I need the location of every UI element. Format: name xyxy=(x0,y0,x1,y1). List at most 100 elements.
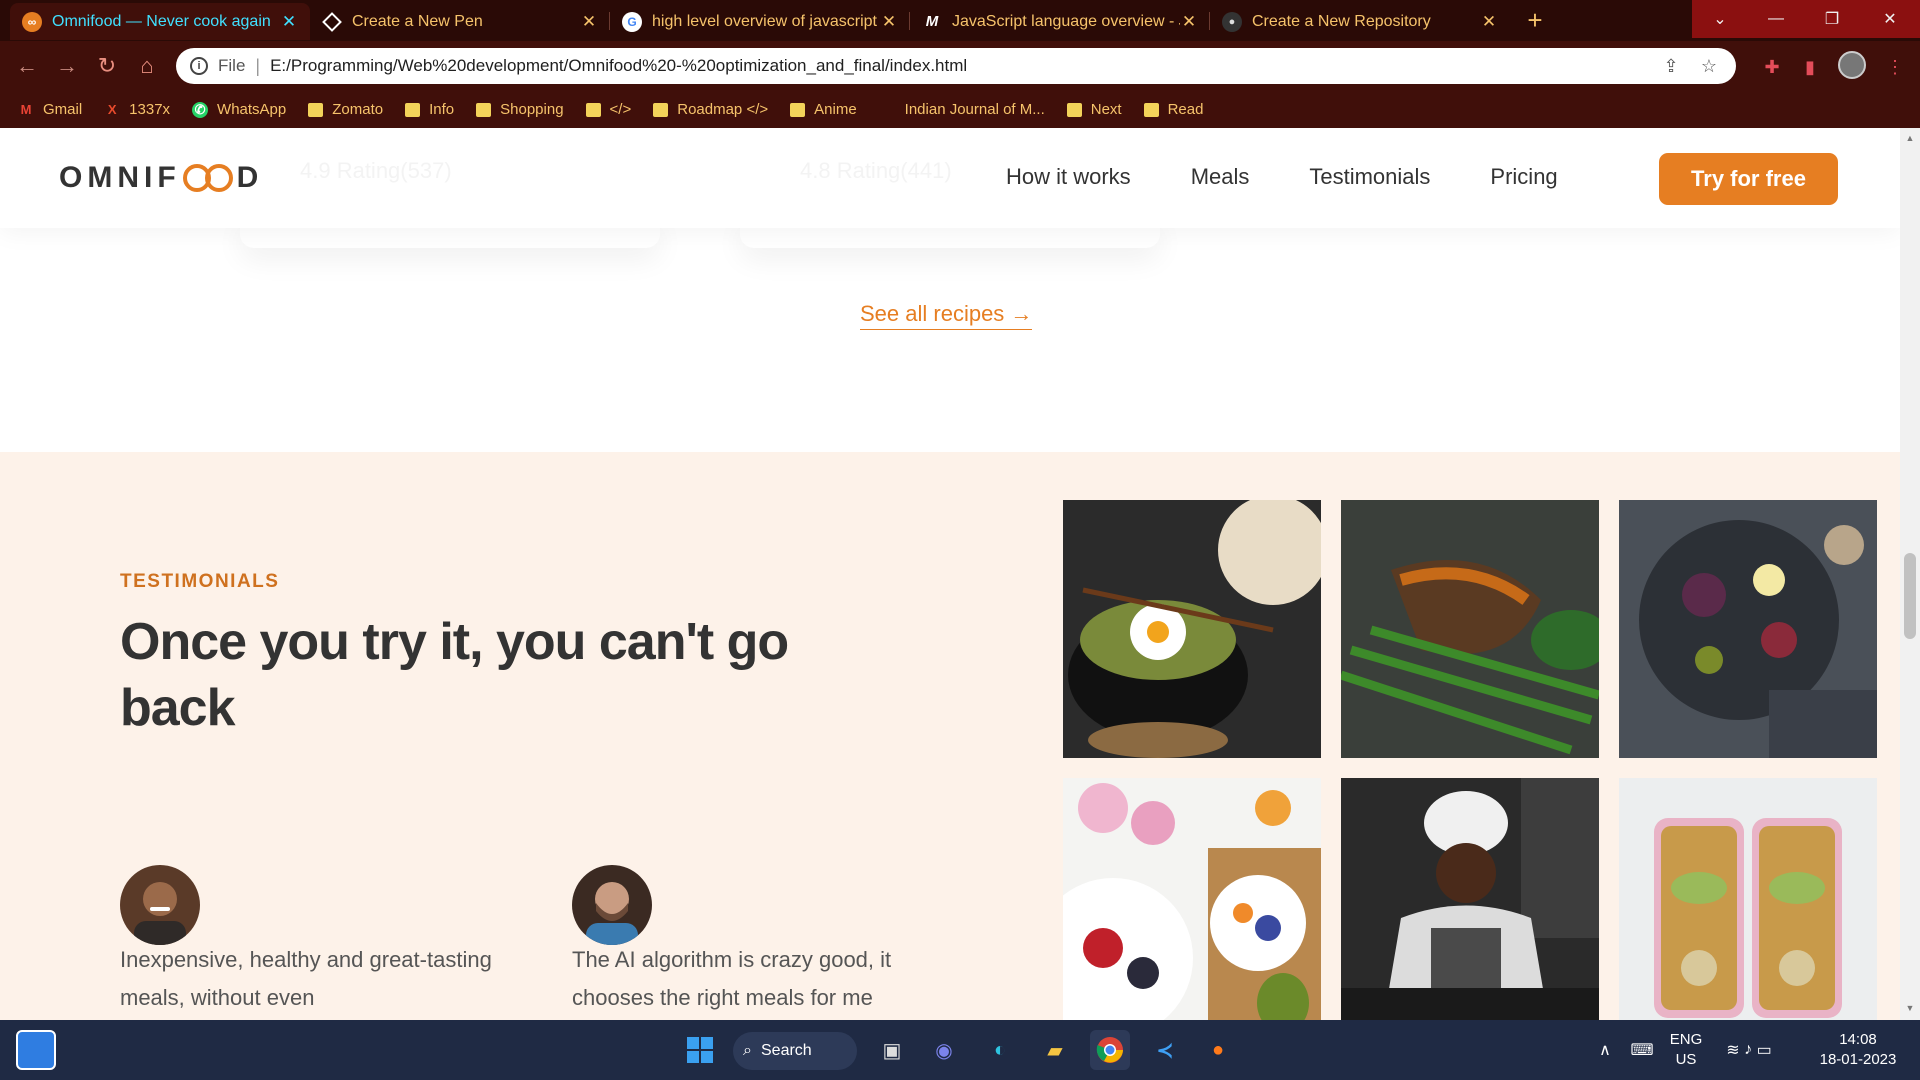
main-nav: How it works Meals Testimonials Pricing xyxy=(1006,164,1558,190)
bookmark-roadmap[interactable]: Roadmap </> xyxy=(653,101,768,118)
bookmark-read[interactable]: Read xyxy=(1143,101,1204,118)
tab-omnifood[interactable]: ∞ Omnifood — Never cook again ✕ xyxy=(10,3,310,40)
nav-testimonials[interactable]: Testimonials xyxy=(1309,164,1430,190)
widgets-icon[interactable] xyxy=(16,1030,56,1070)
forward-button[interactable]: → xyxy=(52,51,82,81)
logo-infinity-icon xyxy=(182,164,233,192)
home-button[interactable]: ⌂ xyxy=(132,51,162,81)
bookmark-label: Read xyxy=(1167,101,1204,118)
new-tab-button[interactable]: + xyxy=(1520,6,1550,36)
reload-button[interactable]: ↻ xyxy=(92,51,122,81)
bookmark-gmail[interactable]: M Gmail xyxy=(18,101,83,118)
share-icon[interactable]: ⇪ xyxy=(1660,55,1682,77)
gallery-image-steak[interactable] xyxy=(1341,500,1599,758)
bookmark-label: 1337x xyxy=(129,101,171,118)
vscode-icon[interactable]: ≺ xyxy=(1145,1030,1185,1070)
bookmark-zomato[interactable]: Zomato xyxy=(308,101,383,118)
try-for-free-button[interactable]: Try for free xyxy=(1659,153,1838,205)
restore-button[interactable]: ❐ xyxy=(1804,0,1860,38)
info-icon[interactable]: i xyxy=(190,57,208,75)
mdn-icon: M xyxy=(925,13,939,30)
github-icon: ● xyxy=(1222,11,1242,32)
bookmark-label: Shopping xyxy=(500,101,564,118)
nav-how-it-works[interactable]: How it works xyxy=(1006,164,1131,190)
gallery-image-chef[interactable] xyxy=(1341,778,1599,1020)
url-divider: | xyxy=(255,55,261,76)
task-view-icon[interactable]: ▣ xyxy=(872,1030,912,1070)
extensions-icon[interactable]: ✚ xyxy=(1759,54,1785,80)
start-button[interactable] xyxy=(680,1030,720,1070)
firefox-icon[interactable]: ● xyxy=(1198,1030,1238,1070)
network-volume-battery[interactable]: ≋ ♪ ▭ xyxy=(1714,1030,1784,1070)
bookmark-1337x[interactable]: X 1337x xyxy=(104,101,170,118)
logo-text-end: D xyxy=(236,161,264,194)
bookmark-code[interactable]: </> xyxy=(585,101,631,118)
nav-pricing[interactable]: Pricing xyxy=(1490,164,1557,190)
testimonials-section: TESTIMONIALS Once you try it, you can't … xyxy=(0,452,1900,1020)
ghost-rating: 4.9 Rating(537) xyxy=(300,158,452,183)
bookmark-next[interactable]: Next xyxy=(1066,101,1122,118)
scroll-down-icon[interactable]: ▼ xyxy=(1905,1003,1915,1013)
minimize-button[interactable]: — xyxy=(1748,0,1804,38)
chrome-logo-icon xyxy=(1096,1037,1123,1063)
testimonials-heading: Once you try it, you can't go back xyxy=(120,613,789,737)
close-icon: ✕ xyxy=(1883,11,1897,28)
clock[interactable]: 14:08 18-01-2023 xyxy=(1808,1030,1908,1070)
chevron-up-icon[interactable]: ∧ xyxy=(1585,1030,1625,1070)
url-text[interactable]: E:/Programming/Web%20development/Omnifoo… xyxy=(270,56,967,76)
close-tab-icon[interactable]: ✕ xyxy=(1180,12,1198,32)
close-tab-icon[interactable]: ✕ xyxy=(580,12,598,32)
volume-icon: ♪ xyxy=(1744,1041,1753,1058)
page-viewport: OMNIF D 4.9 Rating(537) 4.8 Rating(441) … xyxy=(0,128,1900,1020)
bookmark-shopping[interactable]: Shopping xyxy=(476,101,564,118)
tab-github[interactable]: ● Create a New Repository ✕ xyxy=(1210,3,1510,40)
food-gallery xyxy=(1063,500,1879,1020)
logo-text: OMNIF xyxy=(59,161,181,194)
gallery-image-fig-platter[interactable] xyxy=(1619,500,1877,758)
gallery-image-bibimbap[interactable] xyxy=(1063,500,1321,758)
close-tab-icon[interactable]: ✕ xyxy=(1480,12,1498,32)
keyboard-icon[interactable]: ⌨ xyxy=(1622,1030,1662,1070)
tab-strip: ∞ Omnifood — Never cook again ✕ Create a… xyxy=(0,0,1920,41)
gallery-image-meal-prep[interactable] xyxy=(1619,778,1877,1020)
back-button[interactable]: ← xyxy=(12,51,42,81)
bookmark-label: Indian Journal of M... xyxy=(904,101,1045,118)
tab-codepen[interactable]: Create a New Pen ✕ xyxy=(310,3,610,40)
bookmark-anime[interactable]: Anime xyxy=(790,101,857,118)
reload-icon: ↻ xyxy=(97,53,117,78)
scrollbar-thumb[interactable] xyxy=(1904,553,1916,639)
bookmark-label: Gmail xyxy=(43,101,83,118)
omnifood-logo[interactable]: OMNIF D xyxy=(59,161,263,195)
bookmark-whatsapp[interactable]: ✆ WhatsApp xyxy=(192,101,286,118)
gallery-image-fruit-breakfast[interactable] xyxy=(1063,778,1321,1020)
bookmark-indian-journal[interactable]: Indian Journal of M... xyxy=(905,101,1045,118)
bookmark-star-icon[interactable]: ☆ xyxy=(1698,55,1720,77)
close-tab-icon[interactable]: ✕ xyxy=(880,12,898,32)
tab-search-button[interactable]: ⌄ xyxy=(1692,0,1748,38)
menu-kebab-icon[interactable]: ⋮ xyxy=(1882,54,1908,80)
bookmark-info[interactable]: Info xyxy=(405,101,454,118)
profile-avatar[interactable] xyxy=(1838,51,1866,79)
chrome-icon[interactable] xyxy=(1090,1030,1130,1070)
close-window-button[interactable]: ✕ xyxy=(1860,0,1920,38)
page-scrollbar[interactable]: ▲ ▼ xyxy=(1900,128,1920,1020)
edge-icon[interactable]: ◐ xyxy=(980,1030,1020,1070)
codepen-icon xyxy=(322,11,342,32)
language-indicator[interactable]: ENG US xyxy=(1666,1030,1706,1070)
teams-chat-icon[interactable]: ◉ xyxy=(924,1030,964,1070)
scroll-up-icon[interactable]: ▲ xyxy=(1905,133,1915,143)
nav-meals[interactable]: Meals xyxy=(1191,164,1250,190)
folder-icon xyxy=(585,102,601,117)
address-bar[interactable]: i File | E:/Programming/Web%20developmen… xyxy=(176,48,1736,84)
close-tab-icon[interactable]: ✕ xyxy=(280,12,298,32)
tab-google[interactable]: G high level overview of javascript ✕ xyxy=(610,3,910,40)
tab-mdn[interactable]: M JavaScript language overview - Ja ✕ xyxy=(910,3,1210,40)
url-scheme: File xyxy=(218,56,246,75)
side-panel-icon[interactable]: ▮ xyxy=(1797,54,1823,80)
taskbar-search[interactable]: ⌕ Search xyxy=(733,1032,857,1070)
windows-taskbar: ⌕ Search ▣ ◉ ◐ ▰ ≺ ● ∧ ⌨ ENG US ≋ ♪ ▭ 14… xyxy=(0,1020,1920,1080)
tab-title: JavaScript language overview - Ja xyxy=(952,12,1180,30)
see-all-recipes-link[interactable]: See all recipes → xyxy=(860,301,1033,330)
file-explorer-icon[interactable]: ▰ xyxy=(1035,1030,1075,1070)
google-icon: G xyxy=(622,11,642,32)
